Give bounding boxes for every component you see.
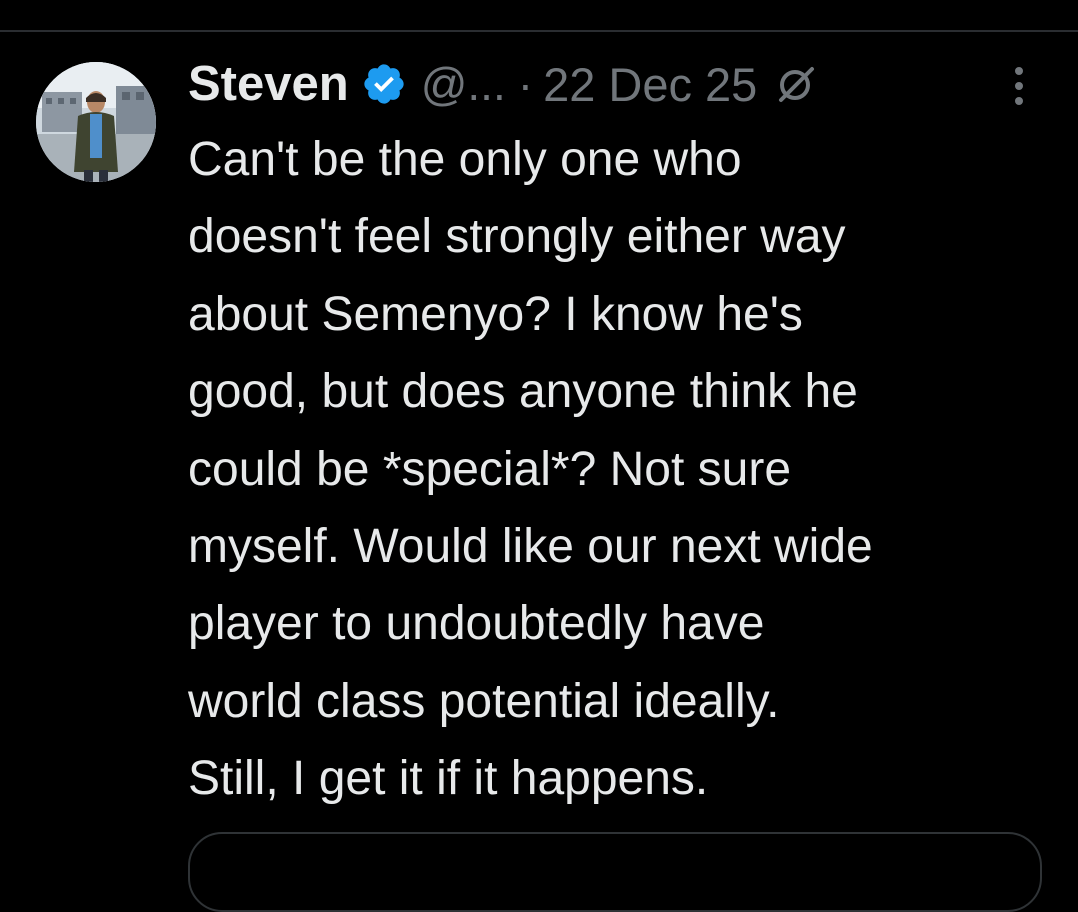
tweet-text: Can't be the only one who doesn't feel s…: [188, 133, 873, 806]
profile-photo: [36, 62, 156, 182]
quoted-tweet-card[interactable]: [188, 832, 1042, 912]
grok-icon[interactable]: [775, 63, 817, 105]
verified-badge-icon[interactable]: [361, 61, 407, 107]
user-handle[interactable]: @...: [421, 57, 506, 111]
timestamp[interactable]: 22 Dec 25: [543, 57, 757, 112]
tweet-header: Steven @... · 22 Dec 25: [188, 52, 817, 116]
avatar[interactable]: [36, 62, 156, 182]
separator-dot: ·: [517, 58, 534, 110]
display-name[interactable]: Steven: [188, 56, 349, 112]
more-options-icon[interactable]: [1004, 62, 1034, 110]
top-divider: [0, 30, 1078, 32]
